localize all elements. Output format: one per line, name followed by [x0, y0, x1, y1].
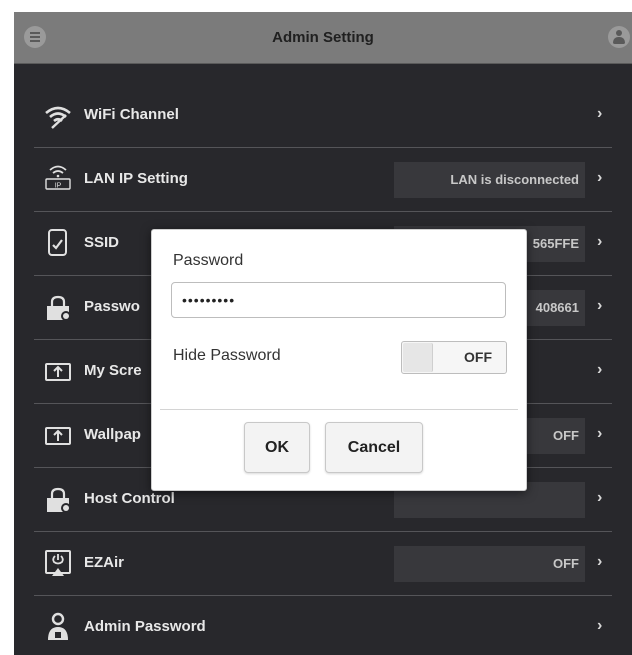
- lock-icon: [47, 487, 71, 513]
- row-label: LAN IP Setting: [84, 170, 188, 187]
- password-dialog: Password ••••••••• Hide Password OFF OK …: [151, 229, 527, 491]
- cancel-button[interactable]: Cancel: [325, 422, 423, 473]
- chevron-right-icon: ›: [597, 233, 603, 250]
- upload-screen-icon: [45, 363, 71, 381]
- row-lan-ip-setting[interactable]: IP LAN IP Setting LAN is disconnected ›: [14, 148, 632, 212]
- row-wifi-channel[interactable]: WiFi Channel ›: [14, 84, 632, 148]
- toggle-state: OFF: [464, 349, 492, 365]
- row-admin-password[interactable]: Admin Password ›: [14, 596, 632, 655]
- row-label: SSID: [84, 234, 120, 251]
- password-input[interactable]: •••••••••: [171, 282, 506, 318]
- chevron-right-icon: ›: [597, 553, 603, 570]
- svg-text:IP: IP: [55, 183, 62, 190]
- ok-button[interactable]: OK: [244, 422, 310, 473]
- lan-status-value: LAN is disconnected: [394, 162, 585, 198]
- page-title: Admin Setting: [272, 29, 374, 46]
- chevron-right-icon: ›: [597, 361, 603, 378]
- power-icon: [45, 550, 71, 576]
- dialog-divider: [160, 409, 518, 410]
- device-icon: [48, 229, 67, 256]
- chevron-right-icon: ›: [597, 425, 603, 442]
- row-label: EZAir: [84, 554, 125, 571]
- row-label: My Scre: [84, 362, 142, 379]
- user-icon[interactable]: [608, 26, 630, 48]
- lock-icon: [47, 295, 71, 321]
- chevron-right-icon: ›: [597, 489, 603, 506]
- row-label: Host Control: [84, 490, 175, 507]
- admin-lock-icon: [48, 612, 68, 640]
- hide-password-toggle[interactable]: OFF: [401, 341, 507, 374]
- lan-ip-icon: IP: [45, 165, 71, 190]
- upload-screen-icon: [45, 427, 71, 445]
- chevron-right-icon: ›: [597, 105, 603, 122]
- hide-password-label: Hide Password: [173, 347, 281, 364]
- header-bar: Admin Setting: [14, 12, 632, 64]
- toggle-knob: [403, 343, 433, 372]
- row-ezair[interactable]: EZAir OFF ›: [14, 532, 632, 596]
- row-label: WiFi Channel: [84, 106, 179, 123]
- chevron-right-icon: ›: [597, 297, 603, 314]
- chevron-right-icon: ›: [597, 169, 603, 186]
- password-label: Password: [173, 252, 244, 269]
- ezair-value: OFF: [394, 546, 585, 582]
- row-label: Admin Password: [84, 618, 206, 635]
- row-label: Passwo: [84, 298, 140, 315]
- row-label: Wallpap: [84, 426, 141, 443]
- chevron-right-icon: ›: [597, 617, 603, 634]
- wifi-icon: [45, 106, 71, 129]
